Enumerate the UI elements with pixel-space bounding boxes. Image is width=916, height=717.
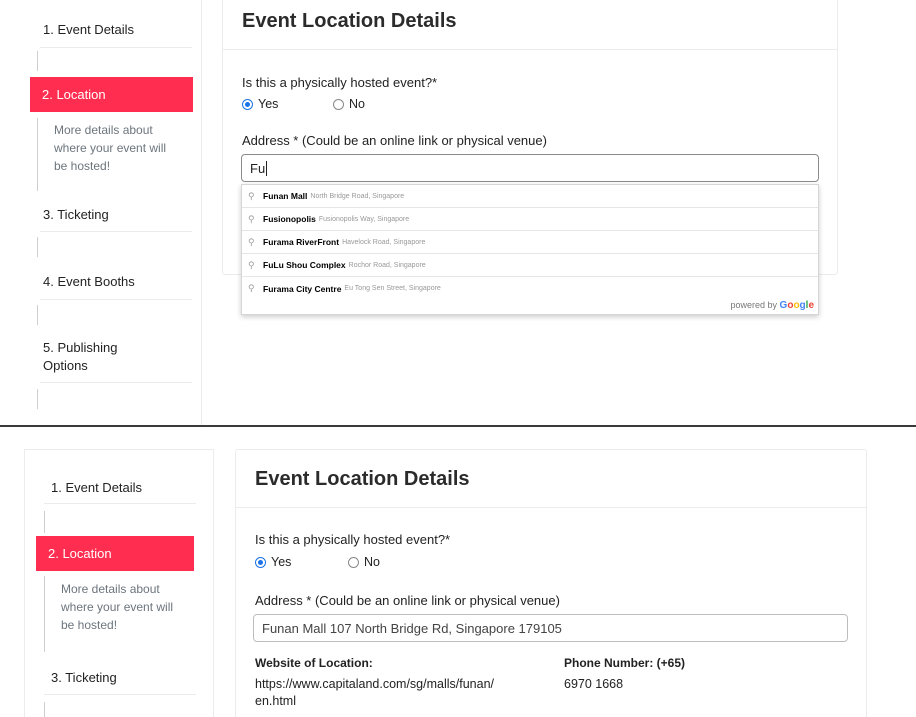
step-event-details[interactable]: 1. Event Details xyxy=(51,479,142,497)
step-connector xyxy=(37,51,38,71)
step-event-details[interactable]: 1. Event Details xyxy=(43,21,134,39)
phone-label: Phone Number: (+65) xyxy=(564,656,686,670)
suggestion-secondary: Havelock Road, Singapore xyxy=(342,238,426,246)
suggestion-item[interactable]: ⚲ Fu rama RiverFront Havelock Road, Singapo… xyxy=(242,231,818,254)
step-location-description: More details about where your event will… xyxy=(61,580,173,634)
radio-yes-label: Yes xyxy=(271,555,292,569)
divider xyxy=(44,694,196,695)
radio-yes[interactable]: Yes xyxy=(242,97,278,111)
suggestion-secondary: Eu Tong Sen Street, Singapore xyxy=(344,285,441,292)
step-ticketing[interactable]: 3. Ticketing xyxy=(51,669,117,687)
radio-no-label: No xyxy=(364,555,380,569)
desc-line: be hosted! xyxy=(61,618,118,632)
suggestion-match: Fu xyxy=(263,191,274,201)
radio-checked-icon xyxy=(255,556,266,568)
address-input[interactable]: Fu xyxy=(241,154,819,182)
powered-by-google: powered by Google xyxy=(731,300,815,311)
autocomplete-dropdown: ⚲ Fu nan Mall North Bridge Road, Singapore … xyxy=(241,184,819,315)
map-pin-icon: ⚲ xyxy=(248,259,255,270)
address-input-value: Fu xyxy=(250,160,266,176)
step-location-description: More details about where your event will… xyxy=(54,121,166,175)
radio-yes-label: Yes xyxy=(258,97,279,111)
step-ticketing[interactable]: 3. Ticketing xyxy=(43,206,109,224)
radio-no[interactable]: No xyxy=(333,97,365,111)
step-connector xyxy=(37,237,38,257)
website-value[interactable]: https://www.capitaland.com/sg/malls/funa… xyxy=(255,676,494,710)
suggestion-match: Fu xyxy=(263,237,274,247)
steps-sidebar: 1. Event Details 2. Location More detail… xyxy=(24,449,214,717)
suggestion-main: sionopolis xyxy=(273,214,316,224)
bottom-screenshot-panel: 1. Event Details 2. Location More detail… xyxy=(0,427,916,717)
step-location-active[interactable]: 2. Location xyxy=(36,536,194,571)
radio-yes[interactable]: Yes xyxy=(255,555,291,569)
website-label: Website of Location: xyxy=(255,656,373,670)
suggestion-secondary: Fusionopolis Way, Singapore xyxy=(318,215,410,223)
suggestion-match: Fu xyxy=(263,214,274,224)
divider xyxy=(40,231,192,232)
text-caret xyxy=(266,160,268,176)
step-location-label: 2. Location xyxy=(42,87,106,102)
google-logo: Google xyxy=(779,300,814,311)
website-line: en.html xyxy=(255,694,296,708)
suggestion-item[interactable]: ⚲ Fu Lu Shou Complex Rochor Road, Singapor… xyxy=(242,254,818,277)
address-label: Address * (Could be an online link or ph… xyxy=(255,593,560,608)
page-title: Event Location Details xyxy=(255,468,470,490)
divider xyxy=(40,382,192,383)
map-pin-icon: ⚲ xyxy=(248,283,255,293)
suggestion-secondary: Rochor Road, Singapore xyxy=(348,261,426,269)
suggestion-item[interactable]: ⚲ Fu sionopolis Fusionopolis Way, Singapore xyxy=(242,208,818,231)
suggestion-main: nan Mall xyxy=(273,191,308,201)
location-card: Event Location Details Is this a physica… xyxy=(235,449,867,717)
desc-line: where your event will xyxy=(61,600,174,614)
desc-line: where your event will xyxy=(54,141,167,155)
map-pin-icon: ⚲ xyxy=(248,213,255,224)
suggestion-main: rama RiverFront xyxy=(273,237,340,247)
page-title: Event Location Details xyxy=(242,10,457,32)
radio-unchecked-icon xyxy=(348,556,359,568)
divider xyxy=(236,507,866,508)
suggestion-match: Fu xyxy=(263,260,274,270)
divider xyxy=(40,47,192,48)
suggestion-match: Fu xyxy=(263,283,274,294)
address-label: Address * (Could be an online link or ph… xyxy=(242,133,547,148)
step-connector xyxy=(44,511,45,533)
step-label-line: Options xyxy=(43,358,88,373)
divider xyxy=(40,299,192,300)
suggestion-main: Lu Shou Complex xyxy=(273,260,346,270)
desc-line: be hosted! xyxy=(54,159,111,173)
map-pin-icon: ⚲ xyxy=(248,190,255,201)
address-input-value: Funan Mall 107 North Bridge Rd, Singapor… xyxy=(262,620,562,636)
step-connector xyxy=(37,118,38,191)
step-location-label: 2. Location xyxy=(48,546,112,561)
suggestion-item[interactable]: ⚲ Fu rama City Centre Eu Tong Sen Street, S… xyxy=(242,277,818,300)
map-pin-icon: ⚲ xyxy=(248,236,255,247)
top-screenshot-panel: 1. Event Details 2. Location More detail… xyxy=(0,0,916,425)
step-publishing-options[interactable]: 5. Publishing Options xyxy=(43,339,117,375)
radio-checked-icon xyxy=(242,98,253,110)
hosted-question: Is this a physically hosted event?* xyxy=(255,532,451,547)
divider xyxy=(44,503,196,504)
step-connector xyxy=(44,576,45,652)
step-event-booths[interactable]: 4. Event Booths xyxy=(43,273,135,291)
steps-sidebar: 1. Event Details 2. Location More detail… xyxy=(10,0,202,425)
divider xyxy=(223,49,837,50)
radio-no[interactable]: No xyxy=(348,555,380,569)
step-connector xyxy=(44,702,45,717)
hosted-question: Is this a physically hosted event?* xyxy=(242,75,438,90)
suggestion-main: rama City Centre xyxy=(273,283,342,294)
phone-value: 6970 1668 xyxy=(564,677,624,691)
step-label-line: 5. Publishing xyxy=(43,340,118,355)
step-connector xyxy=(37,305,38,325)
step-location-active[interactable]: 2. Location xyxy=(30,77,193,112)
suggestion-item[interactable]: ⚲ Fu nan Mall North Bridge Road, Singapore xyxy=(242,185,818,208)
radio-unchecked-icon xyxy=(333,98,344,110)
step-connector xyxy=(37,389,38,409)
website-line: https://www.capitaland.com/sg/malls/funa… xyxy=(255,677,495,691)
powered-by-text: powered by xyxy=(730,300,778,310)
suggestion-secondary: North Bridge Road, Singapore xyxy=(310,192,405,200)
desc-line: More details about xyxy=(61,582,160,596)
address-input[interactable]: Funan Mall 107 North Bridge Rd, Singapor… xyxy=(253,614,848,642)
radio-no-label: No xyxy=(349,97,365,111)
desc-line: More details about xyxy=(54,123,153,137)
